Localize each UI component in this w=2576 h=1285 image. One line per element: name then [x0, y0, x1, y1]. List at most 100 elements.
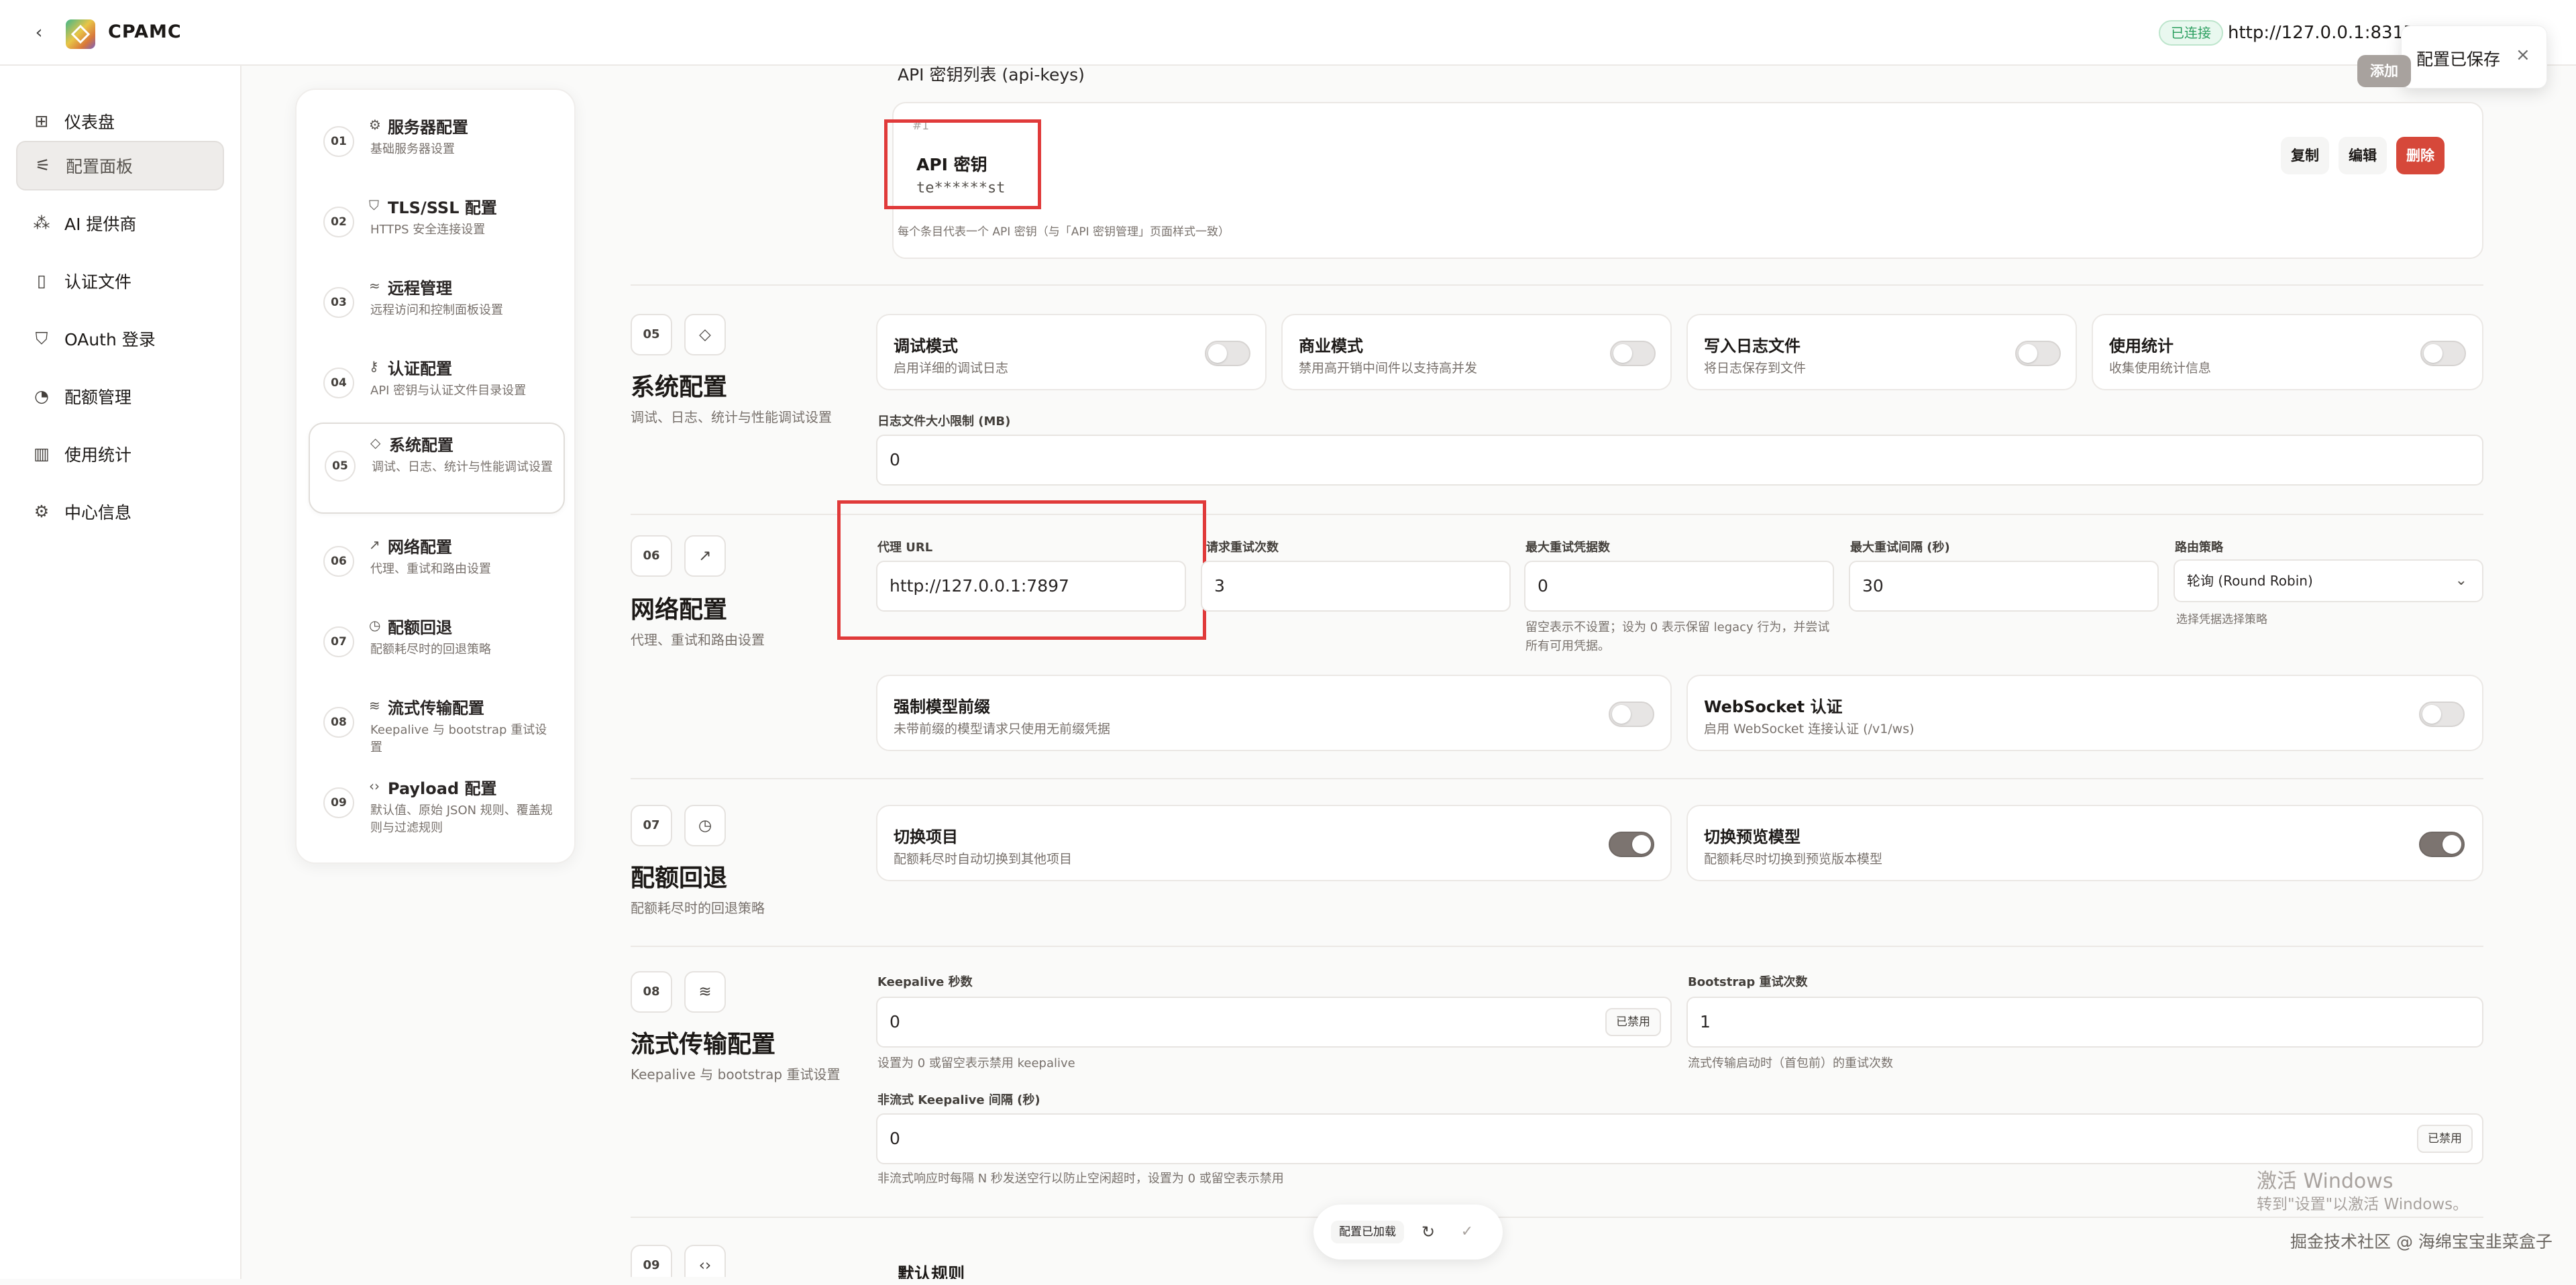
nonstream-keepalive-input[interactable]: 0 已禁用 — [876, 1113, 2483, 1164]
sidebar-item-label: 认证文件 — [64, 272, 132, 292]
toggle-card-commercial: 商业模式 禁用高开销中间件以支持高并发 — [1281, 314, 1672, 390]
toc-item-fallback[interactable]: 07 ◷ 配额回退 配额耗尽时的回退策略 — [309, 606, 565, 679]
toc-title: 服务器配置 — [388, 118, 468, 137]
toc-title: 流式传输配置 — [388, 699, 484, 718]
websocket-auth-toggle[interactable] — [2419, 702, 2465, 727]
nonstream-keepalive-value: 0 — [890, 1129, 900, 1148]
sidebar-item-label: AI 提供商 — [64, 215, 137, 234]
section-number: 06 — [631, 535, 672, 577]
toc-item-auth[interactable]: 04 ⚷ 认证配置 API 密钥与认证文件目录设置 — [309, 347, 565, 420]
highlight-box-proxy — [837, 500, 1206, 640]
toggle-title: 切换预览模型 — [1704, 828, 1801, 846]
sidebar-item-label: 仪表盘 — [64, 113, 115, 132]
edit-button[interactable]: 编辑 — [2339, 137, 2387, 174]
toast-close-button[interactable]: × — [2516, 45, 2530, 65]
key-icon: ⚷ — [369, 358, 379, 374]
retry-count-input[interactable]: 3 — [1201, 561, 1511, 612]
toc-title: TLS/SSL 配置 — [388, 199, 497, 217]
sidebar-item-dashboard[interactable]: ⊞ 仪表盘 — [16, 97, 224, 146]
toc-title: 配额回退 — [388, 618, 452, 637]
nonstream-disabled-badge: 已禁用 — [2417, 1125, 2473, 1153]
switch-preview-model-toggle[interactable] — [2419, 832, 2465, 857]
bootstrap-retry-input[interactable]: 1 — [1686, 997, 2483, 1048]
toc-title: 系统配置 — [389, 436, 453, 455]
section-title-network: 网络配置 — [631, 596, 728, 624]
toggle-subtitle: 启用详细的调试日志 — [894, 361, 1009, 376]
max-retry-credentials-hint: 留空表示不设置；设为 0 表示保留 legacy 行为，并尝试所有可用凭据。 — [1525, 620, 1830, 653]
debug-mode-toggle[interactable] — [1205, 341, 1250, 366]
sidebar-item-usage-stats[interactable]: ▥ 使用统计 — [16, 429, 224, 479]
toc-number: 06 — [323, 546, 354, 577]
max-retry-credentials-input[interactable]: 0 — [1524, 561, 1834, 612]
confirm-button[interactable]: ✓ — [1453, 1218, 1481, 1246]
routing-strategy-hint: 选择凭据选择策略 — [2176, 613, 2267, 626]
config-loaded-status: 配置已加载 — [1331, 1221, 1404, 1243]
toc-item-tls[interactable]: 02 ⛉ TLS/SSL 配置 HTTPS 安全连接设置 — [309, 186, 565, 259]
shield-icon: ⛉ — [369, 197, 379, 213]
toc-item-network[interactable]: 06 ↗ 网络配置 代理、重试和路由设置 — [309, 526, 565, 598]
sidebar-item-label: 配置面板 — [66, 157, 133, 176]
section-divider — [631, 284, 2483, 286]
sidebar-item-oauth-login[interactable]: ⛉ OAuth 登录 — [16, 314, 224, 364]
toc-item-system[interactable]: 05 ◇ 系统配置 调试、日志、统计与性能调试设置 — [309, 423, 565, 514]
log-limit-input[interactable]: 0 — [876, 435, 2483, 486]
delete-button[interactable]: 删除 — [2396, 137, 2445, 174]
section-number: 05 — [631, 314, 672, 355]
reload-button[interactable]: ↻ — [1414, 1218, 1442, 1246]
toc-item-streaming[interactable]: 08 ≋ 流式传输配置 Keepalive 与 bootstrap 重试设置 — [309, 687, 565, 759]
grid-icon: ⊞ — [34, 111, 49, 131]
app-title: CPAMC — [108, 21, 182, 42]
commercial-mode-toggle[interactable] — [1610, 341, 1656, 366]
nonstream-keepalive-hint: 非流式响应时每隔 N 秒发送空行以防止空闲超时，设置为 0 或留空表示禁用 — [877, 1172, 1284, 1186]
toc-number: 03 — [323, 287, 354, 318]
toggle-subtitle: 启用 WebSocket 连接认证 (/v1/ws) — [1704, 722, 1915, 736]
server-url: http://127.0.0.1:8317 — [2228, 23, 2415, 43]
toggle-title: 切换项目 — [894, 828, 958, 846]
toc-subtitle: HTTPS 安全连接设置 — [370, 223, 486, 237]
sidebar-item-center-info[interactable]: ⚙ 中心信息 — [16, 487, 224, 537]
force-model-prefix-toggle[interactable] — [1609, 702, 1654, 727]
toggle-subtitle: 禁用高开销中间件以支持高并发 — [1299, 361, 1478, 376]
toc-item-server[interactable]: 01 ⚙ 服务器配置 基础服务器设置 — [309, 106, 565, 178]
sidebar-item-config-panel[interactable]: ⚟ 配置面板 — [16, 141, 224, 190]
toggle-subtitle: 将日志保存到文件 — [1704, 361, 1807, 376]
keepalive-label: Keepalive 秒数 — [877, 975, 973, 989]
api-keys-note: 每个条目代表一个 API 密钥（与「API 密钥管理」页面样式一致） — [898, 225, 1230, 239]
sidebar-item-quota[interactable]: ◔ 配额管理 — [16, 372, 224, 421]
add-api-key-button[interactable]: 添加 — [2357, 55, 2411, 87]
copy-button[interactable]: 复制 — [2281, 137, 2329, 174]
log-file-toggle[interactable] — [2015, 341, 2061, 366]
highlight-box-api-key — [884, 119, 1041, 209]
back-button[interactable]: ‹ — [27, 21, 51, 45]
toc-title: Payload 配置 — [388, 779, 497, 798]
keepalive-input[interactable]: 0 已禁用 — [876, 997, 1672, 1048]
windows-activation-sub: 转到"设置"以激活 Windows。 — [2257, 1196, 2469, 1213]
timer-icon: ◷ — [684, 805, 726, 846]
toc-item-remote[interactable]: 03 ≈ 远程管理 远程访问和控制面板设置 — [309, 267, 565, 339]
toc-subtitle: 基础服务器设置 — [370, 142, 455, 156]
nodes-icon: ⁂ — [33, 213, 50, 233]
chevron-left-icon: ‹ — [35, 22, 43, 43]
routing-strategy-select[interactable]: 轮询 (Round Robin) ⌄ — [2174, 559, 2483, 602]
toc-subtitle: 远程访问和控制面板设置 — [370, 303, 503, 317]
max-retry-interval-input[interactable]: 30 — [1849, 561, 2159, 612]
stream-icon: ≋ — [684, 971, 726, 1013]
section-subtitle-streaming: Keepalive 与 bootstrap 重试设置 — [631, 1066, 841, 1082]
usage-stats-toggle[interactable] — [2420, 341, 2466, 366]
sidebar-item-ai-providers[interactable]: ⁂ AI 提供商 — [16, 199, 224, 248]
trend-icon: ↗ — [369, 537, 380, 553]
toc-item-payload[interactable]: 09 ‹› Payload 配置 默认值、原始 JSON 规则、覆盖规则与过滤规… — [309, 767, 565, 854]
toggle-title: WebSocket 认证 — [1704, 697, 1843, 716]
payload-default-rules-title: 默认规则 — [898, 1264, 965, 1279]
switch-project-toggle[interactable] — [1609, 832, 1654, 857]
toc-subtitle: API 密钥与认证文件目录设置 — [370, 384, 527, 398]
site-watermark: 掘金技术社区 @ 海绵宝宝韭菜盒子 — [2290, 1232, 2553, 1251]
toc-subtitle: Keepalive 与 bootstrap 重试设置 — [370, 723, 547, 755]
sidebar-item-auth-files[interactable]: ▯ 认证文件 — [16, 256, 224, 306]
stream-icon: ≋ — [369, 697, 380, 714]
retry-count-label: 请求重试次数 — [1206, 541, 1279, 555]
gear-icon: ⚙ — [34, 502, 50, 521]
section-subtitle-network: 代理、重试和路由设置 — [631, 632, 765, 648]
sidebar-item-label: OAuth 登录 — [64, 330, 156, 349]
toggle-card-log-file: 写入日志文件 将日志保存到文件 — [1686, 314, 2077, 390]
